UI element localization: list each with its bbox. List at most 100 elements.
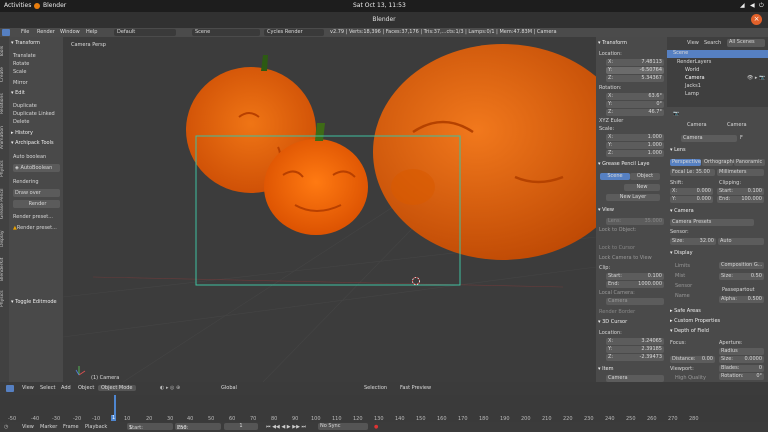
playback-controls-icon[interactable]: ⏮ ◀◀ ◀ ▶ ▶▶ ⏭ bbox=[266, 424, 306, 430]
editor-type-icon-3d[interactable] bbox=[6, 385, 14, 392]
activities-button[interactable]: Activities bbox=[4, 2, 31, 9]
scale-x-field[interactable]: X: 1.000 bbox=[606, 134, 664, 141]
shift-y-field[interactable]: Y: 0.000 bbox=[670, 196, 713, 203]
tab-blenderkit[interactable]: BlenderKit bbox=[0, 253, 9, 285]
scale-z-field[interactable]: Z: 1.000 bbox=[606, 150, 664, 157]
location-y-field[interactable]: Y: -6.50764 bbox=[606, 67, 664, 74]
rotation-x-field[interactable]: X: 63.6° bbox=[606, 93, 664, 100]
panel-header-grease-pencil[interactable]: ▾ Grease Pencil Laye bbox=[598, 161, 649, 167]
editor-type-icon[interactable] bbox=[2, 29, 10, 36]
start-frame-field[interactable]: Start: 1 bbox=[127, 423, 173, 431]
camera-datablock[interactable]: Camera bbox=[681, 135, 737, 142]
gp-scene-tab[interactable]: Scene bbox=[600, 173, 630, 180]
sync-mode-select[interactable]: No Sync bbox=[318, 423, 368, 430]
timeline[interactable]: 1 -50 -40 -30 -20 -10 10 20 30 40 50 60 … bbox=[0, 395, 768, 422]
tab-create[interactable]: Create bbox=[0, 63, 9, 87]
power-icon[interactable]: ⏻ bbox=[759, 2, 764, 10]
camera-data-icon[interactable]: 📷 bbox=[673, 111, 679, 117]
panel-header-3d-cursor[interactable]: ▾ 3D Cursor bbox=[598, 319, 627, 325]
app-menu[interactable]: Blender bbox=[43, 2, 66, 9]
tab-tools[interactable]: Tools bbox=[0, 41, 9, 61]
duplicate-linked-button[interactable]: Duplicate Linked bbox=[13, 111, 55, 117]
lock-camera-checkbox[interactable]: Lock Camera to View bbox=[599, 255, 652, 261]
panel-header-transform[interactable]: ▾ Transform bbox=[11, 40, 40, 46]
tab-grease-pencil[interactable]: Grease Pencil bbox=[0, 183, 9, 225]
tab-perspective[interactable]: Perspective bbox=[670, 159, 701, 166]
clip-end-field[interactable]: End: 1000.000 bbox=[606, 281, 664, 288]
tab-orthographic[interactable]: Orthographic bbox=[702, 159, 737, 166]
lock-to-cursor-checkbox[interactable]: Lock to Cursor bbox=[599, 245, 635, 251]
close-icon[interactable]: × bbox=[751, 14, 762, 25]
fast-preview-toggle[interactable]: Fast Preview bbox=[400, 385, 431, 391]
item-name-field[interactable]: Camera bbox=[606, 375, 664, 382]
outliner-row-world[interactable]: World bbox=[685, 67, 699, 73]
mist-checkbox[interactable]: Mist bbox=[675, 273, 685, 279]
network-icon[interactable]: ◢ bbox=[740, 2, 745, 9]
timeline-menu-marker[interactable]: Marker bbox=[40, 424, 57, 430]
outliner-view-menu[interactable]: View bbox=[687, 40, 699, 46]
clock[interactable]: Sat Oct 13, 11:53 bbox=[353, 2, 406, 9]
rotation-mode-select[interactable]: XYZ Euler bbox=[599, 118, 623, 124]
panel-header-view[interactable]: ▾ View bbox=[598, 207, 614, 213]
panel-header-transform-n[interactable]: ▾ Transform bbox=[598, 40, 627, 46]
panel-header-history[interactable]: ▸ History bbox=[11, 130, 33, 136]
menu-add[interactable]: Add bbox=[61, 385, 71, 391]
sensor-checkbox[interactable]: Sensor bbox=[675, 283, 692, 289]
outliner-row-jacks1[interactable]: Jacks1 bbox=[685, 83, 701, 89]
focal-length-field[interactable]: Focal Le: 35.00 bbox=[670, 169, 715, 176]
cursor-x-field[interactable]: X: 3.24065 bbox=[606, 338, 664, 345]
tab-panoramic[interactable]: Panoramic bbox=[734, 159, 765, 166]
end-frame-field[interactable]: End: 250 bbox=[175, 423, 221, 431]
scene-selector[interactable]: Scene bbox=[192, 29, 260, 36]
timeline-menu-view[interactable]: View bbox=[22, 424, 34, 430]
tab-physics-2[interactable]: Physics bbox=[0, 287, 9, 311]
gp-object-tab[interactable]: Object bbox=[630, 173, 660, 180]
tab-display[interactable]: Display bbox=[0, 227, 9, 251]
menu-help[interactable]: Help bbox=[86, 29, 97, 35]
blades-field[interactable]: Blades: 0 bbox=[719, 365, 764, 372]
tab-physics[interactable]: Physics bbox=[0, 157, 9, 181]
scale-button[interactable]: Scale bbox=[13, 69, 26, 75]
render-engine-selector[interactable]: Cycles Render bbox=[264, 29, 324, 36]
render-button[interactable]: Render bbox=[13, 200, 60, 208]
selection-menu[interactable]: Selection bbox=[364, 385, 387, 391]
timeline-menu-playback[interactable]: Playback bbox=[85, 424, 107, 430]
outliner-row-scene[interactable]: Scene bbox=[667, 50, 768, 58]
volume-icon[interactable]: ◀ bbox=[750, 2, 755, 9]
mode-select[interactable]: Object Mode bbox=[98, 385, 136, 391]
passepartout-alpha-field[interactable]: Alpha: 0.500 bbox=[719, 296, 764, 303]
focus-distance-field[interactable]: Distance: 0.00 bbox=[670, 356, 715, 363]
aperture-size-field[interactable]: Size: 0.0000 bbox=[719, 356, 764, 363]
panel-header-item[interactable]: ▾ Item bbox=[598, 366, 614, 372]
panel-header-edit[interactable]: ▾ Edit bbox=[11, 90, 25, 96]
tab-relations[interactable]: Relations bbox=[0, 89, 9, 119]
outliner-display-mode[interactable]: All Scenes bbox=[727, 39, 765, 47]
panel-header-dof[interactable]: ▾ Depth of Field bbox=[670, 328, 709, 334]
mirror-button[interactable]: Mirror bbox=[13, 80, 28, 86]
layout-selector[interactable]: Default bbox=[114, 29, 176, 36]
panel-header-lens[interactable]: ▾ Lens bbox=[670, 147, 686, 153]
gp-new-layer-button[interactable]: New Layer bbox=[606, 194, 660, 201]
lens-field[interactable]: Lens: 35.000 bbox=[606, 218, 664, 225]
camera-presets-select[interactable]: Camera Presets bbox=[670, 219, 754, 226]
render-preset-1[interactable]: Render preset... bbox=[13, 214, 53, 220]
menu-view[interactable]: View bbox=[22, 385, 34, 391]
panel-header-custom-properties[interactable]: ▸ Custom Properties bbox=[670, 318, 720, 324]
cursor-y-field[interactable]: Y: 2.39185 bbox=[606, 346, 664, 353]
outliner-row-camera[interactable]: Camera bbox=[685, 75, 705, 81]
cursor-z-field[interactable]: Z: -2.39473 bbox=[606, 354, 664, 361]
sensor-fit-select[interactable]: Auto bbox=[718, 238, 764, 245]
rotation-y-field[interactable]: Y: 0° bbox=[606, 101, 664, 108]
location-x-field[interactable]: X: 7.48113 bbox=[606, 59, 664, 66]
panel-header-camera[interactable]: ▾ Camera bbox=[670, 208, 694, 214]
fake-user-button[interactable]: F bbox=[740, 135, 743, 141]
timeline-menu-frame[interactable]: Frame bbox=[63, 424, 79, 430]
passepartout-checkbox[interactable]: Passepartout bbox=[722, 287, 755, 293]
limits-checkbox[interactable]: Limits bbox=[675, 263, 690, 269]
tab-animation[interactable]: Animation bbox=[0, 121, 9, 155]
rotate-button[interactable]: Rotate bbox=[13, 61, 29, 67]
autoboolean-button[interactable]: ◈ AutoBoolean bbox=[13, 164, 60, 172]
lens-unit-select[interactable]: Millimeters bbox=[717, 169, 764, 176]
scale-y-field[interactable]: Y: 1.000 bbox=[606, 142, 664, 149]
menu-object[interactable]: Object bbox=[78, 385, 94, 391]
